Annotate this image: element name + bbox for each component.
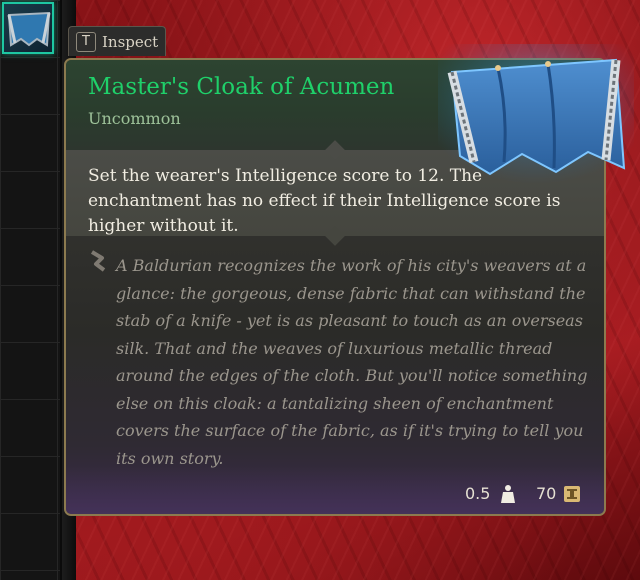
gold-coin-icon — [564, 486, 580, 502]
weight-icon — [501, 485, 515, 503]
inspect-button[interactable]: T Inspect — [68, 26, 166, 56]
tooltip-footer — [66, 466, 604, 514]
inventory-slot-selected[interactable] — [2, 2, 54, 54]
item-rarity: Uncommon — [88, 109, 181, 128]
item-lore: A Baldurian recognizes the work of his c… — [116, 256, 588, 468]
item-price: 70 — [536, 484, 557, 503]
cloak-icon — [7, 11, 51, 47]
cloak-image — [438, 44, 634, 184]
quill-icon — [90, 250, 106, 272]
item-name: Master's Cloak of Acumen — [88, 74, 395, 100]
inspect-key: T — [76, 31, 96, 52]
inspect-label: Inspect — [102, 32, 159, 51]
item-weight: 0.5 — [465, 484, 491, 503]
inventory-grid[interactable] — [0, 0, 62, 580]
